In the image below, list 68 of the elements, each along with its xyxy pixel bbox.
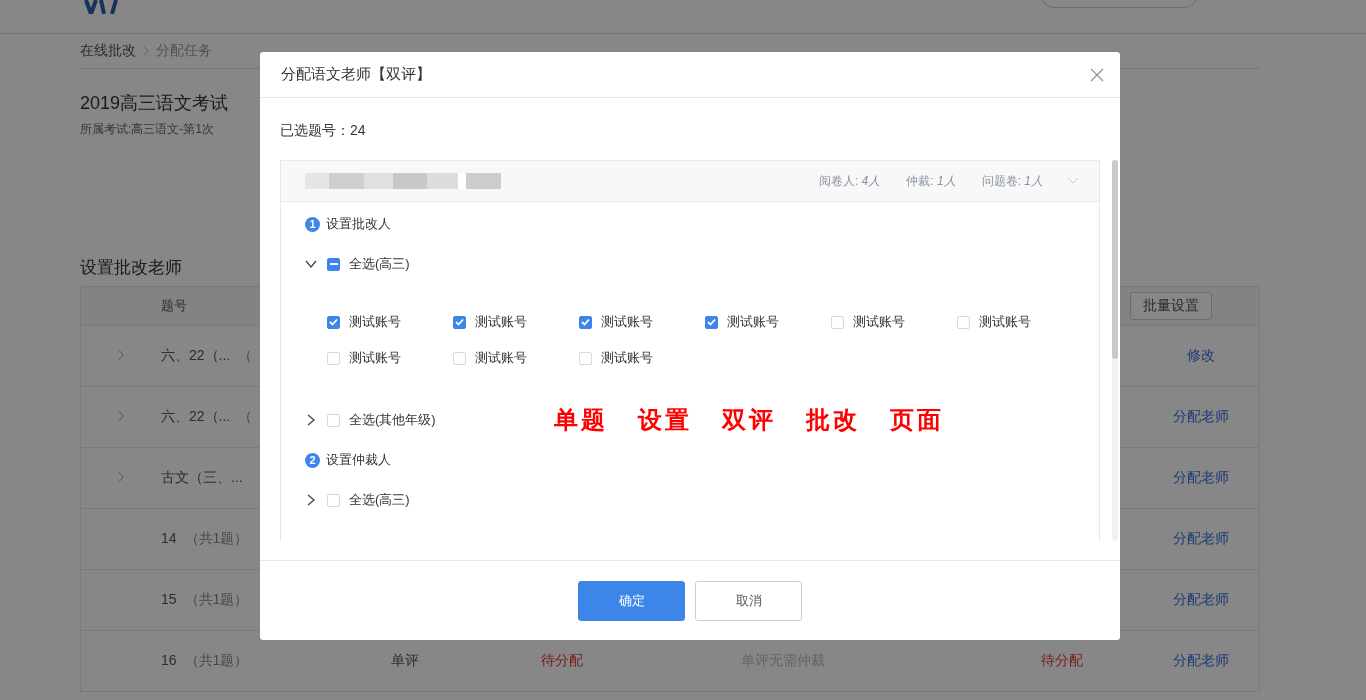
checkbox-label: 测试账号: [601, 349, 653, 367]
close-icon[interactable]: [1090, 67, 1104, 82]
checkbox[interactable]: [327, 315, 340, 329]
batch-settings-button[interactable]: 批量设置: [1130, 292, 1212, 320]
question-title: 六、22（...: [161, 408, 231, 424]
question-title: 15: [161, 591, 177, 607]
annotation-text: 双评: [721, 405, 776, 435]
checkbox[interactable]: [453, 315, 466, 329]
action-link[interactable]: 修改: [1187, 347, 1215, 365]
section-label: 设置仲裁人: [326, 451, 391, 469]
chevron-right-icon[interactable]: [305, 494, 317, 506]
question-title: 古文（三、...: [161, 469, 243, 485]
annotation-text: 设置: [637, 405, 692, 435]
checkbox-label: 测试账号: [601, 313, 653, 331]
checkbox-label: 测试账号: [475, 349, 527, 367]
action-link[interactable]: 分配老师: [1173, 652, 1229, 670]
exam-subtitle: 所属考试:高三语文-第1次: [80, 121, 214, 138]
section-label: 设置批改人: [326, 215, 391, 233]
scrollbar[interactable]: [1112, 160, 1118, 541]
action-link[interactable]: 分配老师: [1173, 408, 1229, 426]
panel-header[interactable]: 阅卷人: 4人 仲裁: 1人 问题卷: 1人: [281, 161, 1099, 202]
annotation-text: 批改: [805, 405, 860, 435]
action-link[interactable]: 分配老师: [1173, 591, 1229, 609]
stat-text: 问题卷: 1人: [981, 172, 1043, 190]
question-title: 16: [161, 652, 177, 668]
cancel-button[interactable]: 取消: [695, 580, 802, 621]
section-title: 设置批改老师: [80, 257, 182, 278]
checkbox-label: 测试账号: [349, 313, 401, 331]
scrollbar-thumb[interactable]: [1112, 160, 1118, 359]
chevron-right-icon: [142, 46, 150, 56]
checkbox[interactable]: [705, 315, 718, 329]
question-title: 14: [161, 530, 177, 546]
question-count: （共1题）: [184, 530, 249, 546]
checkbox-label: 全选(高三): [349, 491, 410, 509]
checkbox[interactable]: [579, 315, 592, 329]
checkbox-label: 测试账号: [475, 313, 527, 331]
column-header: 题号: [161, 297, 188, 315]
chevron-right-icon[interactable]: [305, 414, 317, 426]
stat-text: 仲裁: 1人: [906, 172, 956, 190]
question-title: 六、22（...: [161, 347, 231, 363]
checkbox-label: 测试账号: [727, 313, 779, 331]
question-count: （共1题）: [184, 652, 249, 668]
checkbox-label: 测试账号: [853, 313, 905, 331]
stat-text: 阅卷人: 4人: [818, 172, 881, 190]
step-number: 1: [305, 216, 320, 232]
annotation-text: 页面: [889, 405, 944, 435]
action-link[interactable]: 分配老师: [1173, 530, 1229, 548]
confirm-button[interactable]: 确定: [578, 580, 685, 621]
exam-title: 2019高三语文考试: [80, 92, 229, 115]
checkbox[interactable]: [327, 257, 340, 271]
question-count: （共1题）: [184, 591, 249, 607]
action-link[interactable]: 分配老师: [1173, 469, 1229, 487]
question-count: （: [238, 347, 253, 363]
dash-icon: [329, 263, 338, 265]
checkbox-label: 全选(其他年级): [349, 411, 436, 429]
chevron-down-icon[interactable]: [305, 258, 317, 270]
question-count: （: [238, 408, 253, 424]
annotation-text: 单题: [553, 405, 608, 435]
selected-count: 已选题号：24: [280, 121, 367, 140]
status-text: 待分配: [1041, 652, 1083, 668]
breadcrumb-link[interactable]: 在线批改: [80, 42, 136, 60]
dialog-title: 分配语文老师【双评】: [281, 65, 431, 84]
status-text: 待分配: [541, 652, 583, 668]
checkbox-label: 测试账号: [349, 349, 401, 367]
review-type: 单评: [391, 652, 419, 668]
checkbox-label: 测试账号: [979, 313, 1031, 331]
checkbox-label: 全选(高三): [349, 255, 410, 273]
step-number: 2: [305, 452, 320, 468]
